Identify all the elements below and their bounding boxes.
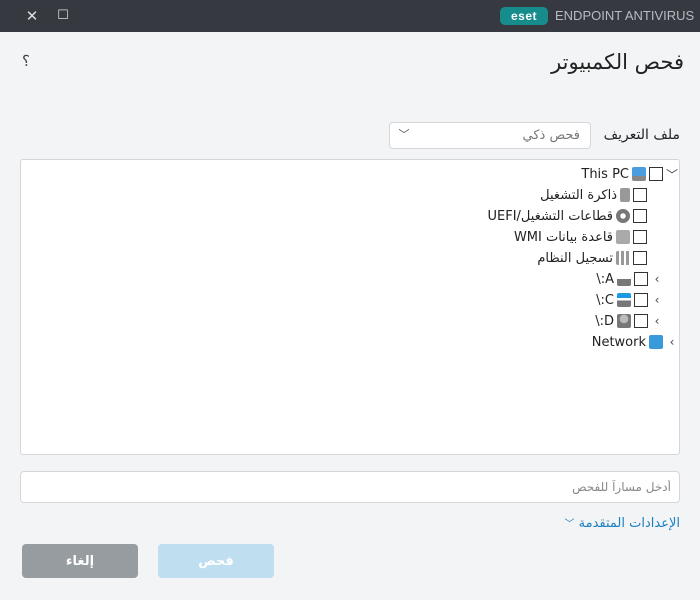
chevron-down-icon: ﹀	[398, 128, 410, 141]
scan-path-field[interactable]	[20, 471, 680, 503]
checkbox[interactable]	[633, 188, 647, 202]
tree-item-label: Network	[591, 334, 646, 350]
tree-item-label: تسجيل النظام	[537, 250, 613, 266]
advanced-settings-label: الإعدادات المتقدمة	[578, 516, 680, 531]
checkbox[interactable]	[634, 272, 648, 286]
scan-target-tree[interactable]: ﹀ This PC ذاكرة التشغيل قطاعات التشغيل/U…	[20, 159, 680, 455]
checkbox[interactable]	[634, 314, 648, 328]
cancel-button[interactable]: إلغاء	[22, 544, 138, 578]
chevron-left-icon[interactable]: ‹	[666, 335, 678, 349]
network-icon	[649, 335, 663, 349]
tree-item-label: C:\	[596, 292, 614, 308]
maximize-icon: ☐	[57, 8, 69, 23]
maximize-button[interactable]: ☐	[53, 6, 73, 26]
checkbox[interactable]	[649, 167, 663, 181]
tree-item-registry[interactable]: تسجيل النظام	[537, 248, 647, 268]
eset-logo: eset	[500, 7, 548, 25]
scan-button[interactable]: فحص	[158, 544, 274, 578]
tree-item-label: ذاكرة التشغيل	[540, 187, 617, 203]
tree-item-network[interactable]: ‹ Network	[592, 332, 678, 352]
checkbox[interactable]	[633, 230, 647, 244]
tree-item-label: قطاعات التشغيل/UEFI	[487, 208, 614, 224]
tree-item-wmi[interactable]: قاعدة بيانات WMI	[514, 227, 647, 247]
logo-text: eset	[510, 9, 538, 23]
tree-item-label: D:\	[595, 313, 614, 329]
chevron-down-icon[interactable]: ﹀	[666, 166, 678, 183]
checkbox[interactable]	[633, 251, 647, 265]
tree-item-memory[interactable]: ذاكرة التشغيل	[540, 185, 647, 205]
tree-item-label: This PC	[581, 166, 629, 182]
profile-selected-value: فحص ذكي	[522, 128, 580, 143]
checkbox[interactable]	[633, 209, 647, 223]
registry-icon	[616, 251, 630, 265]
profile-label: ملف التعريف	[603, 127, 680, 143]
system-drive-icon	[617, 293, 631, 307]
tree-item-drive-d[interactable]: ‹ D:\	[595, 311, 663, 331]
checkbox[interactable]	[634, 293, 648, 307]
tree-item-drive-a[interactable]: ‹ A:\	[596, 269, 663, 289]
computer-icon	[632, 167, 646, 181]
product-name: ENDPOINT ANTIVIRUS	[555, 8, 695, 23]
tree-item-drive-c[interactable]: ‹ C:\	[596, 290, 663, 310]
close-button[interactable]: ✕	[22, 6, 42, 26]
memory-icon	[620, 188, 630, 202]
profile-select[interactable]: فحص ذكي ﹀	[389, 122, 591, 149]
tree-item-this-pc[interactable]: ﹀ This PC	[581, 164, 678, 184]
cd-drive-icon	[617, 314, 631, 328]
floppy-drive-icon	[617, 272, 631, 286]
scan-path-input[interactable]	[21, 472, 679, 502]
help-icon[interactable]: ؟	[22, 52, 30, 70]
tree-item-boot-sectors[interactable]: قطاعات التشغيل/UEFI	[487, 206, 647, 226]
chevron-down-icon: ﹀	[564, 519, 575, 530]
chevron-left-icon[interactable]: ‹	[651, 293, 663, 307]
page-title: فحص الكمبيوتر	[551, 50, 684, 74]
disc-icon	[616, 209, 630, 223]
tree-item-label: قاعدة بيانات WMI	[513, 229, 613, 245]
chevron-left-icon[interactable]: ‹	[651, 272, 663, 286]
chevron-left-icon[interactable]: ‹	[651, 314, 663, 328]
title-bar: ✕ ☐ eset ENDPOINT ANTIVIRUS	[0, 0, 700, 32]
advanced-settings-toggle[interactable]: الإعدادات المتقدمة ﹀	[565, 515, 680, 531]
close-icon: ✕	[25, 7, 39, 25]
tree-item-label: A:\	[596, 271, 614, 287]
wmi-database-icon	[616, 230, 630, 244]
